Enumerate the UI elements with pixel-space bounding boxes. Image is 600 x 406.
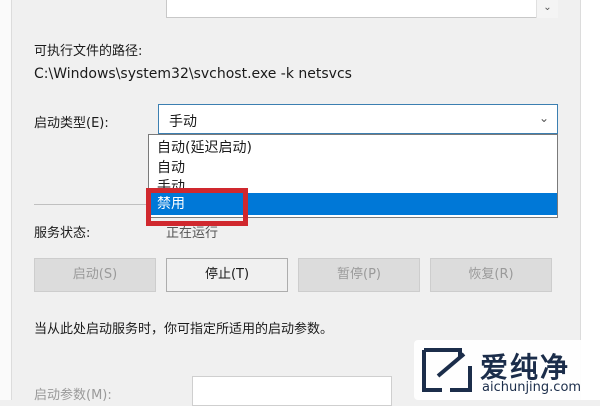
startup-params-label: 启动参数(M): [34, 388, 112, 403]
service-status-label: 服务状态: [34, 226, 91, 241]
pause-button[interactable]: 暂停(P) [298, 258, 420, 292]
option-auto[interactable]: 自动 [149, 158, 557, 178]
watermark-subtitle: aichunjing.com [482, 380, 582, 395]
path-value: C:\Windows\system32\svchost.exe -k netsv… [34, 66, 352, 82]
description-box[interactable] [166, 0, 558, 18]
divider [34, 204, 146, 205]
startup-params-hint: 当从此处启动服务时，你可指定所适用的启动参数。 [34, 322, 334, 337]
startup-type-select[interactable]: 手动 ⌄ [158, 104, 558, 134]
stop-button[interactable]: 停止(T) [166, 258, 288, 292]
window-left-edge [0, 0, 12, 400]
path-label: 可执行文件的路径: [34, 44, 143, 59]
startup-type-label: 启动类型(E): [34, 116, 109, 131]
resume-button[interactable]: 恢复(R) [430, 258, 552, 292]
logo-icon [422, 348, 472, 392]
startup-type-value: 手动 [169, 114, 197, 130]
description-scroll-button[interactable]: ⌄ [536, 0, 558, 18]
startup-params-input[interactable] [192, 376, 392, 406]
start-button[interactable]: 启动(S) [34, 258, 156, 292]
highlight-annotation-box [146, 188, 248, 226]
watermark: 爱纯净 aichunjing.com [414, 340, 590, 400]
option-auto-delayed[interactable]: 自动(延迟启动) [149, 138, 557, 158]
chevron-down-icon[interactable]: ⌄ [539, 111, 549, 125]
chevron-down-icon: ⌄ [543, 2, 552, 13]
service-status-value: 正在运行 [166, 226, 219, 241]
